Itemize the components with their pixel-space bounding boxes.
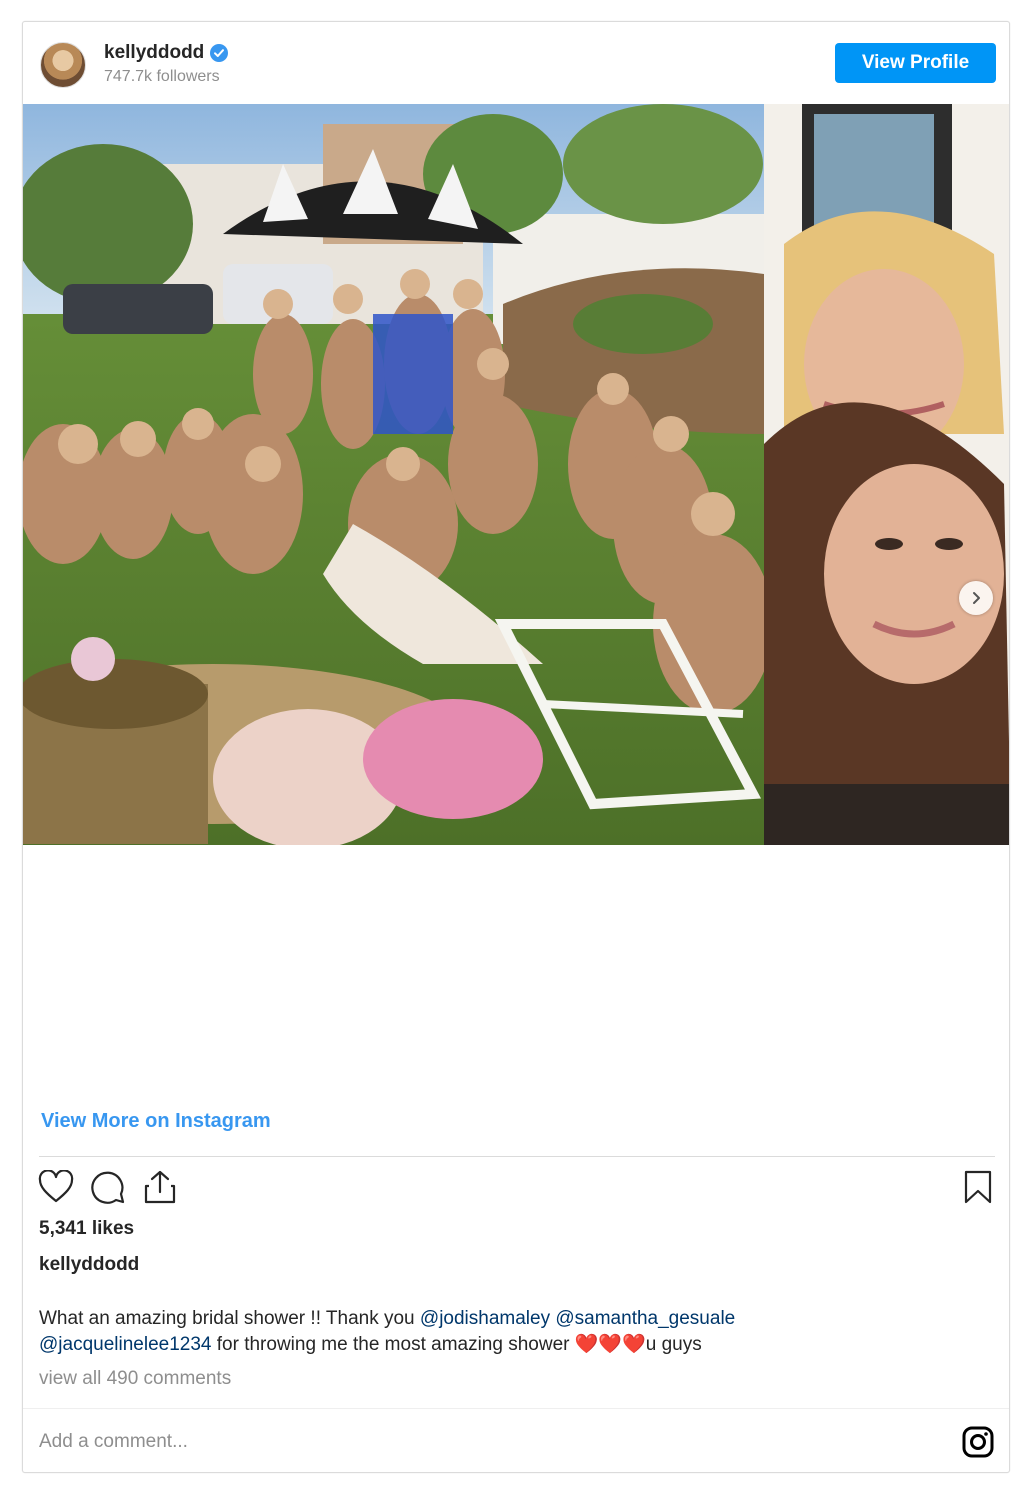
comment-button[interactable] [89,1168,127,1206]
username-row: kellyddodd [104,42,229,64]
view-profile-button[interactable]: View Profile [835,43,996,83]
like-count[interactable]: 5,341 likes [39,1218,134,1240]
caption-text: u guys [645,1334,702,1355]
group-photo [23,104,764,845]
like-button[interactable] [37,1168,75,1206]
mention-link[interactable]: @jacquelinelee1234 [39,1334,211,1355]
username[interactable]: kellyddodd [104,42,204,64]
heart-emojis: ❤️❤️❤️ [574,1334,646,1355]
share-button[interactable] [141,1168,179,1206]
view-more-link[interactable]: View More on Instagram [41,1110,271,1133]
instagram-logo-button[interactable] [961,1425,995,1459]
post-header: kellyddodd 747.7k followers View Profile [23,22,1009,105]
instagram-embed-card: kellyddodd 747.7k followers View Profile [22,21,1010,1473]
instagram-logo-icon [962,1426,994,1458]
caption-username[interactable]: kellyddodd [39,1254,139,1276]
comment-input[interactable]: Add a comment... [39,1431,188,1453]
share-icon [144,1170,176,1204]
caption-text: for throwing me the most amazing shower [211,1334,575,1355]
selfie-photo [764,104,1009,845]
follower-count: 747.7k followers [104,68,220,85]
post-media-carousel[interactable] [23,104,1009,845]
divider [39,1156,995,1157]
save-button[interactable] [959,1168,997,1206]
mention-link[interactable]: @samantha_gesuale [555,1308,735,1329]
avatar[interactable] [40,42,86,88]
comment-bubble-icon [91,1171,125,1204]
next-slide-button[interactable] [959,581,993,615]
verified-badge-icon [210,44,229,62]
post-caption: What an amazing bridal shower !! Thank y… [39,1306,989,1358]
bookmark-icon [964,1170,992,1204]
chevron-right-icon [973,592,980,604]
action-bar [37,1168,179,1206]
divider [23,1408,1009,1409]
view-comments-link[interactable]: view all 490 comments [39,1368,231,1390]
heart-icon [38,1170,74,1203]
mention-link[interactable]: @jodishamaley [420,1308,550,1329]
caption-text: What an amazing bridal shower !! Thank y… [39,1308,420,1329]
